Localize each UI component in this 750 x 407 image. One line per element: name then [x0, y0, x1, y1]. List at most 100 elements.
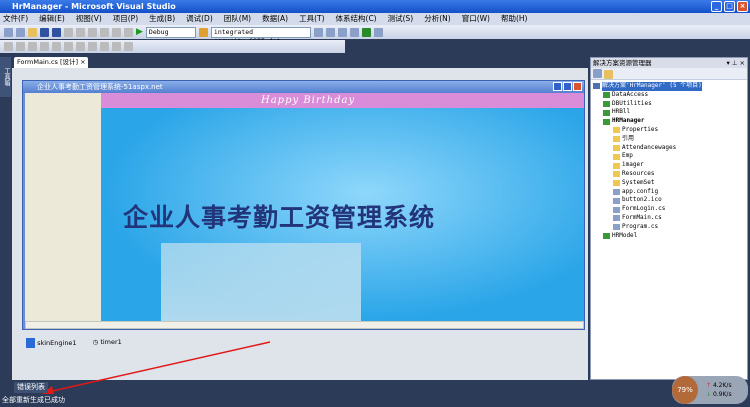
new-project-icon[interactable] — [4, 27, 13, 37]
form-maximize-icon — [563, 82, 572, 91]
same-height-icon[interactable] — [100, 42, 109, 51]
standard-toolbar: ▶ Debug integrated security=SSPI;dat — [0, 25, 750, 45]
menu-item[interactable]: 工具(T) — [299, 13, 324, 25]
menu-item[interactable]: 编辑(E) — [39, 13, 65, 25]
menu-item[interactable]: 体系结构(C) — [336, 13, 377, 25]
copy-icon[interactable] — [76, 27, 85, 37]
folder-icon — [613, 162, 620, 169]
align-top-icon[interactable] — [52, 42, 61, 51]
extensions-icon[interactable] — [373, 27, 383, 37]
menu-item[interactable]: 测试(S) — [388, 13, 414, 25]
tree-item[interactable]: Properties — [593, 126, 745, 135]
form-close-icon — [573, 82, 582, 91]
tab-formmain-design[interactable]: FormMain.cs [设计] × — [14, 57, 88, 68]
layout-toolbar — [0, 40, 345, 53]
project-icon — [603, 118, 610, 125]
menu-item[interactable]: 帮助(H) — [501, 13, 528, 25]
tree-item[interactable]: FormLogin.cs — [593, 205, 745, 214]
component-icon — [26, 338, 35, 348]
align-center-icon[interactable] — [28, 42, 37, 51]
project-icon — [603, 109, 610, 116]
config-select[interactable]: Debug — [145, 26, 196, 38]
properties-icon[interactable] — [325, 27, 335, 37]
horizontal-scrollbar[interactable] — [25, 321, 584, 329]
tree-item[interactable]: HRModel — [593, 232, 745, 241]
tree-item[interactable]: button2.ico — [593, 196, 745, 205]
object-browser-icon[interactable] — [337, 27, 347, 37]
start-page-icon[interactable] — [361, 27, 371, 37]
start-debug-icon[interactable]: ▶ — [136, 27, 143, 37]
menu-item[interactable]: 文件(F) — [3, 13, 28, 25]
spacing-icon[interactable] — [124, 42, 133, 51]
maximize-button[interactable]: □ — [724, 1, 735, 12]
align-grid-icon[interactable] — [4, 42, 13, 51]
menu-item[interactable]: 窗口(W) — [462, 13, 490, 25]
menu-item[interactable]: 数据(A) — [262, 13, 288, 25]
toolbox-icon[interactable] — [349, 27, 359, 37]
tree-item[interactable]: SystemSet — [593, 179, 745, 188]
open-icon[interactable] — [28, 27, 37, 37]
align-middle-icon[interactable] — [64, 42, 73, 51]
same-width-icon[interactable] — [88, 42, 97, 51]
menu-item[interactable]: 项目(P) — [113, 13, 138, 25]
form-title-bar: 企业人事考勤工资管理系统-51aspx.net — [23, 81, 584, 93]
tree-item[interactable]: app.config — [593, 188, 745, 197]
menu-item[interactable]: 团队(M) — [224, 13, 251, 25]
close-button[interactable]: × — [737, 1, 748, 12]
office-photo — [161, 243, 361, 321]
form-preview[interactable]: 企业人事考勤工资管理系统-51aspx.net Happy Birthday 企… — [22, 80, 585, 330]
connection-icon[interactable] — [198, 27, 208, 37]
tree-item[interactable]: 引用 — [593, 135, 745, 144]
tree-item-label: DataAccess — [612, 90, 649, 98]
banner-text: Happy Birthday — [261, 95, 356, 106]
paste-icon[interactable] — [88, 27, 97, 37]
menu-item[interactable]: 视图(V) — [76, 13, 102, 25]
tree-item[interactable]: Program.cs — [593, 223, 745, 232]
cut-icon[interactable] — [64, 27, 73, 37]
project-icon — [603, 92, 610, 99]
cpu-gauge: 79% — [672, 376, 698, 404]
tree-item-label: Properties — [622, 125, 659, 133]
panel-controls[interactable]: ▾ ⊥ × — [726, 58, 745, 68]
save-all-icon[interactable] — [52, 27, 61, 37]
align-right-icon[interactable] — [40, 42, 49, 51]
tree-item-label: FormLogin.cs — [622, 205, 666, 213]
navigate-icon[interactable] — [124, 27, 133, 37]
connection-select[interactable]: integrated security=SSPI;dat — [210, 26, 311, 45]
error-list-tab[interactable]: 错误列表 — [14, 382, 48, 393]
tree-item[interactable]: DBUtilities — [593, 100, 745, 109]
tree-item[interactable]: 解决方案'HrManager' (5 个项目) — [593, 82, 745, 91]
toolbox-tab[interactable]: 工具箱 — [0, 57, 11, 97]
tree-item[interactable]: imager — [593, 161, 745, 170]
project-icon — [613, 206, 620, 213]
tree-item[interactable]: HRBll — [593, 108, 745, 117]
properties-icon[interactable] — [593, 69, 602, 78]
menu-item[interactable]: 分析(N) — [424, 13, 450, 25]
same-size-icon[interactable] — [112, 42, 121, 51]
form-side-panel — [25, 93, 101, 321]
tree-item[interactable]: HRManager — [593, 117, 745, 126]
tree-item[interactable]: FormMain.cs — [593, 214, 745, 223]
menu-item[interactable]: 生成(B) — [149, 13, 175, 25]
align-bottom-icon[interactable] — [76, 42, 85, 51]
tree-item[interactable]: Attendancewages — [593, 144, 745, 153]
align-left-icon[interactable] — [16, 42, 25, 51]
window-title: HrManager - Microsoft Visual Studio — [12, 2, 176, 11]
tree-item[interactable]: DataAccess — [593, 91, 745, 100]
redo-icon[interactable] — [112, 27, 121, 37]
main-image-panel: 企业人事考勤工资管理系统 — [101, 108, 584, 321]
panel-title: 解决方案资源管理器 — [593, 59, 652, 67]
show-all-files-icon[interactable] — [604, 70, 613, 79]
undo-icon[interactable] — [100, 27, 109, 37]
save-icon[interactable] — [40, 27, 49, 37]
close-tab-icon[interactable]: × — [80, 58, 85, 66]
minimize-button[interactable]: _ — [711, 1, 722, 12]
tree-item[interactable]: Emp — [593, 152, 745, 161]
tree-item-label: Emp — [622, 152, 633, 160]
tree-item[interactable]: Resources — [593, 170, 745, 179]
find-icon[interactable] — [313, 27, 323, 37]
upload-speed: 4.2K/s — [712, 382, 732, 389]
menu-item[interactable]: 调试(D) — [186, 13, 213, 25]
tree-item-label: 解决方案'HrManager' (5 个项目) — [602, 82, 702, 91]
add-item-icon[interactable] — [16, 27, 25, 37]
